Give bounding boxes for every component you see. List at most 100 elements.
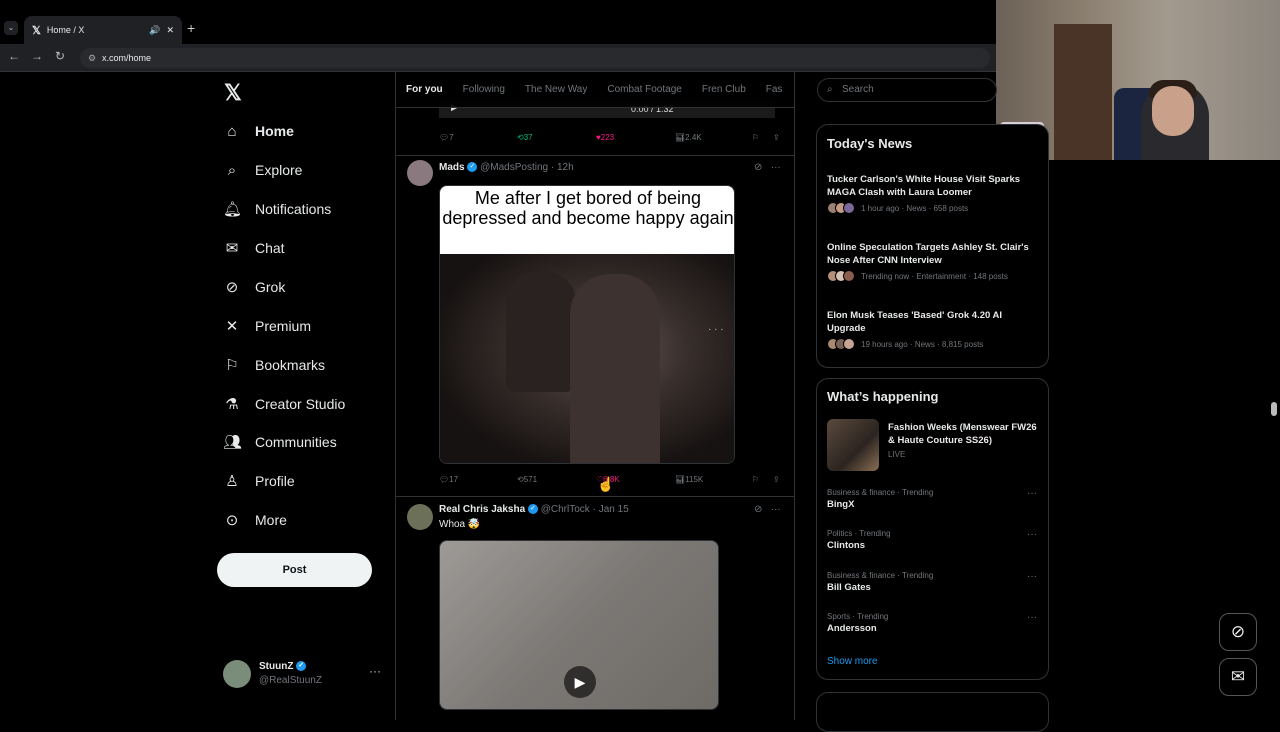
tweet-header: Mads ✓ @MadsPosting · 12h <box>439 162 574 173</box>
bookmark-icon: ⚐ <box>225 357 239 374</box>
tab-list-button[interactable]: ⌄ <box>4 21 18 35</box>
messages-fab-button[interactable]: ✉ <box>1219 658 1257 696</box>
share-icon[interactable]: ⇪ <box>773 133 780 142</box>
grok-fab-button[interactable]: ⊘ <box>1219 613 1257 651</box>
trend-name: Bill Gates <box>827 582 871 593</box>
featured-event[interactable]: Fashion Weeks (Menswear FW26 & Haute Cou… <box>827 419 1042 473</box>
trend-item[interactable]: Sports · Trending Andersson ··· <box>827 612 1042 634</box>
event-title: Fashion Weeks (Menswear FW26 & Haute Cou… <box>888 422 1037 446</box>
nav-label: Home <box>255 123 294 139</box>
grok-icon[interactable]: ⊘ <box>754 504 762 515</box>
trend-category: Politics · Trending <box>827 529 891 538</box>
todays-news-panel: Today's News Tucker Carlson's White Hous… <box>816 124 1049 368</box>
back-icon[interactable]: ← <box>8 49 20 63</box>
tab-fas[interactable]: Fas <box>756 84 793 95</box>
nav-notifications[interactable]: 🔔︎ Notifications <box>223 194 331 224</box>
forward-icon[interactable]: → <box>31 49 43 63</box>
tweet-handle[interactable]: @ChrlTock <box>541 504 590 515</box>
show-more-link[interactable]: Show more <box>827 656 878 667</box>
nav-creator-studio[interactable]: ⚗ Creator Studio <box>223 389 345 419</box>
tab-the-new-way[interactable]: The New Way <box>515 84 597 95</box>
avatar[interactable] <box>407 160 433 186</box>
bell-icon: 🔔︎ <box>223 201 243 218</box>
trend-category: Business & finance · Trending <box>827 488 934 497</box>
reply-button[interactable]: 💬︎ 17 <box>439 475 458 484</box>
grok-icon[interactable]: ⊘ <box>754 162 762 173</box>
share-icon[interactable]: ⇪ <box>773 475 780 484</box>
timeline: For you Following The New Way Combat Foo… <box>395 72 795 720</box>
more-circle-icon: ⊙ <box>225 512 239 529</box>
avatar-stack <box>827 338 857 350</box>
more-icon[interactable]: ··· <box>1027 571 1037 582</box>
news-title: Online Speculation Targets Ashley St. Cl… <box>827 242 1029 266</box>
who-to-follow-panel <box>816 692 1049 732</box>
people-icon: 👥︎ <box>223 434 243 451</box>
views-button[interactable]: 📊︎ 2.4K <box>675 133 702 142</box>
mail-icon: ✉ <box>225 240 239 257</box>
search-input[interactable]: ⌕ Search <box>817 78 997 102</box>
trend-name: BingX <box>827 499 855 510</box>
site-info-icon[interactable]: ⚙ <box>88 48 96 68</box>
person-icon: ♙ <box>225 473 239 490</box>
tweet-author[interactable]: Mads <box>439 162 465 173</box>
more-icon[interactable]: ··· <box>771 504 781 515</box>
repost-button[interactable]: ⟲ 571 <box>517 475 537 484</box>
nav-label: Profile <box>255 473 295 489</box>
browser-tab[interactable]: 𝕏 Home / X 🔊 ✕ <box>24 16 182 44</box>
bookmark-icon[interactable]: ⚐ <box>752 133 759 142</box>
panel-title: What’s happening <box>827 389 939 404</box>
url-field[interactable]: ⚙ x.com/home <box>80 48 990 68</box>
bookmark-icon[interactable]: ⚐ <box>752 475 759 484</box>
nav-explore[interactable]: ⌕ Explore <box>223 155 303 185</box>
account-more-icon[interactable]: ··· <box>369 664 381 678</box>
webcam-face <box>1152 86 1194 136</box>
nav-label: Creator Studio <box>255 396 346 412</box>
x-logo-icon[interactable]: 𝕏 <box>224 80 242 106</box>
news-item[interactable]: Tucker Carlson's White House Visit Spark… <box>827 173 1042 214</box>
more-icon[interactable]: ··· <box>1027 612 1037 623</box>
speaker-icon[interactable]: 🔊 <box>149 25 160 36</box>
tweet-media-video[interactable]: ▶ <box>439 540 719 710</box>
nav-label: Premium <box>255 318 312 334</box>
scrollbar-thumb[interactable] <box>1271 402 1277 416</box>
nav-premium[interactable]: ✕ Premium <box>223 311 311 341</box>
nav-bookmarks[interactable]: ⚐ Bookmarks <box>223 350 325 380</box>
nav-more[interactable]: ⊙ More <box>223 505 287 535</box>
play-icon[interactable]: ▶ <box>564 666 596 698</box>
tab-fren-club[interactable]: Fren Club <box>692 84 756 95</box>
news-item[interactable]: Online Speculation Targets Ashley St. Cl… <box>827 241 1042 282</box>
reply-button[interactable]: 💬︎ 7 <box>439 133 454 142</box>
tab-for-you[interactable]: For you <box>396 84 453 95</box>
nav-label: More <box>255 512 287 528</box>
nav-chat[interactable]: ✉ Chat <box>223 233 285 263</box>
tweet-time[interactable]: 12h <box>557 162 574 173</box>
nav-home[interactable]: ⌂ Home <box>223 116 294 146</box>
tab-close-icon[interactable]: ✕ <box>166 25 174 36</box>
tab-following[interactable]: Following <box>453 84 515 95</box>
tweet-author[interactable]: Real Chris Jaksha <box>439 504 525 515</box>
views-button[interactable]: 📊︎ 115K <box>675 475 703 484</box>
new-tab-button[interactable]: + <box>187 20 195 36</box>
nav-grok[interactable]: ⊘ Grok <box>223 272 286 302</box>
flask-icon: ⚗ <box>225 396 239 413</box>
reload-icon[interactable]: ↻ <box>55 49 65 63</box>
tweet-media-image[interactable]: Me after I get bored of being depressed … <box>439 185 735 464</box>
trend-category: Business & finance · Trending <box>827 571 934 580</box>
like-button[interactable]: ♥ 223 <box>596 133 614 142</box>
trend-item[interactable]: Politics · Trending Clintons ··· <box>827 529 1042 551</box>
nav-communities[interactable]: 👥︎ Communities <box>223 427 337 457</box>
news-item[interactable]: Elon Musk Teases 'Based' Grok 4.20 AI Up… <box>827 309 1042 350</box>
tweet-handle[interactable]: @MadsPosting <box>480 162 548 173</box>
trend-item[interactable]: Business & finance · Trending Bill Gates… <box>827 571 1042 593</box>
more-icon[interactable]: ··· <box>1027 529 1037 540</box>
avatar[interactable] <box>407 504 433 530</box>
tab-combat-footage[interactable]: Combat Footage <box>597 84 692 95</box>
more-icon[interactable]: ··· <box>771 162 781 173</box>
repost-button[interactable]: ⟲ 37 <box>517 133 533 142</box>
nav-profile[interactable]: ♙ Profile <box>223 466 295 496</box>
tweet-time[interactable]: Jan 15 <box>599 504 629 515</box>
account-switcher[interactable]: StuunZ ✓ @RealStuunZ ··· <box>223 658 383 692</box>
more-icon[interactable]: ··· <box>1027 488 1037 499</box>
trend-item[interactable]: Business & finance · Trending BingX ··· <box>827 488 1042 510</box>
post-button[interactable]: Post <box>217 553 372 587</box>
